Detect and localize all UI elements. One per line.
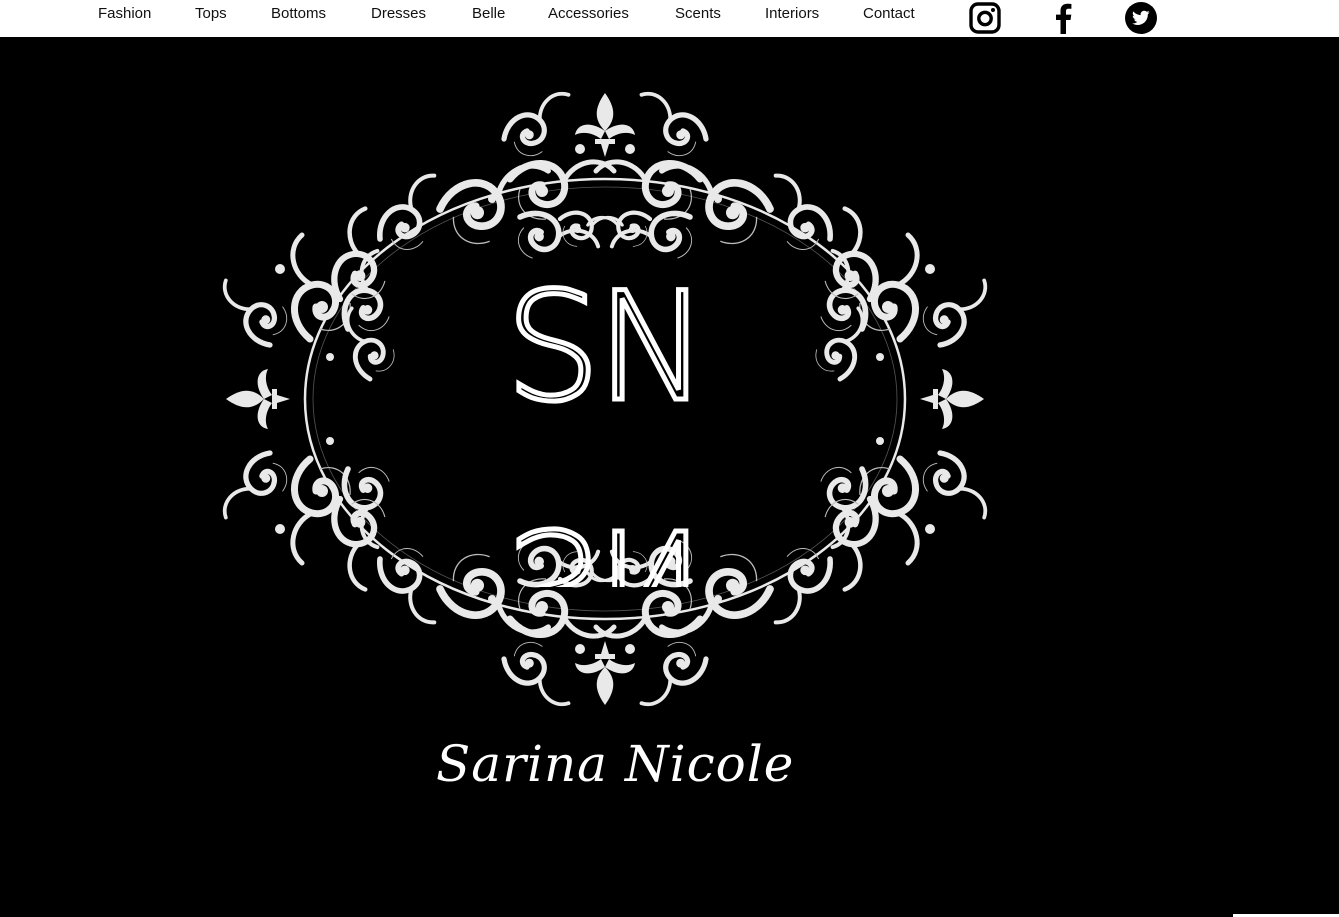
nav-link-bottoms[interactable]: Bottoms — [271, 6, 326, 22]
twitter-icon — [1125, 1, 1157, 34]
nav-link-accessories[interactable]: Accessories — [548, 6, 629, 22]
nav-link-interiors[interactable]: Interiors — [765, 6, 819, 22]
facebook-icon — [1056, 3, 1072, 34]
nav-link-belle[interactable]: Belle — [472, 6, 505, 22]
nav-link-contact[interactable]: Contact — [863, 6, 915, 22]
sn-monogram: SN SN — [503, 277, 711, 587]
brand-name: Sarina Nicole — [436, 735, 795, 793]
instagram-icon — [969, 1, 1001, 34]
nav-link-scents[interactable]: Scents — [675, 6, 721, 22]
hero-banner: SN SN Sarina Nicole — [0, 37, 1339, 917]
monogram-top: SN — [505, 277, 704, 435]
nav-link-tops[interactable]: Tops — [195, 6, 227, 22]
top-navigation: Fashion Tops Bottoms Dresses Belle Acces… — [0, 0, 1339, 37]
facebook-link[interactable] — [1048, 0, 1078, 35]
monogram-bottom: SN — [505, 495, 704, 587]
nav-link-dresses[interactable]: Dresses — [371, 6, 426, 22]
twitter-link[interactable] — [1122, 0, 1160, 35]
nav-link-fashion[interactable]: Fashion — [98, 6, 151, 22]
instagram-link[interactable] — [967, 0, 1003, 35]
